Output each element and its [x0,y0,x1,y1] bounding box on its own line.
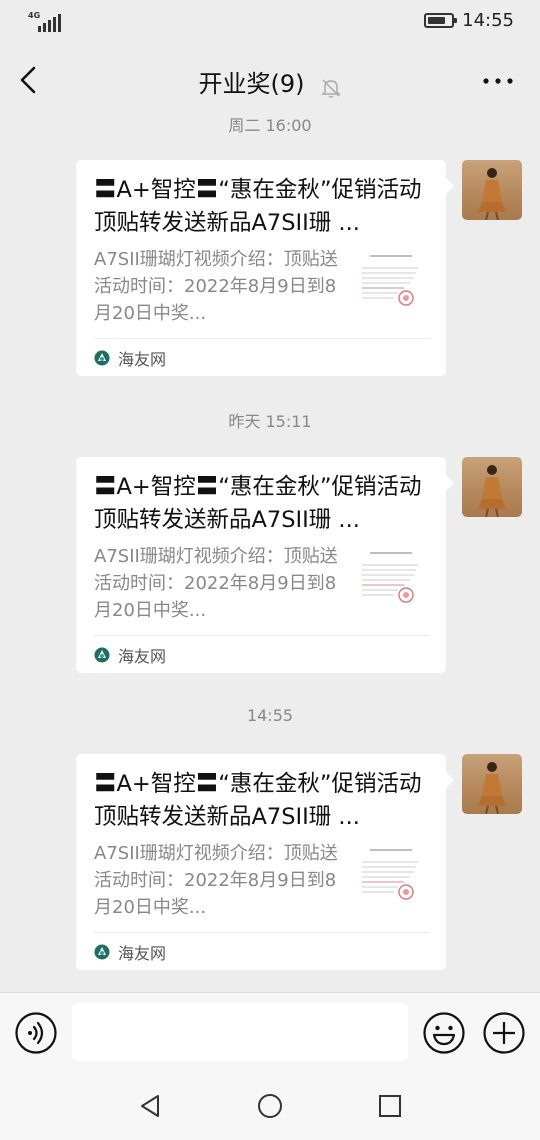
message-timestamp: 昨天 15:11 [228,412,312,431]
nav-back-icon[interactable] [136,1092,164,1120]
avatar[interactable] [462,160,522,220]
avatar-person-icon [478,465,506,517]
article-thumbnail [354,844,426,916]
avatar[interactable] [462,754,522,814]
avatar-person-icon [478,168,506,220]
status-bar: 4G 14:55 [0,0,540,44]
voice-icon[interactable] [14,1011,58,1055]
shared-link-card[interactable]: 〓A+智控〓“惠在金秋”促销活动顶贴转发送新品A7SII珊 ... A7SII珊… [76,160,454,376]
nav-recent-icon[interactable] [376,1092,404,1120]
more-dots-icon[interactable] [480,66,516,96]
source-logo-icon [94,647,110,662]
source-logo-icon [94,944,110,959]
avatar[interactable] [462,457,522,517]
article-thumbnail [354,250,426,322]
article-thumbnail [354,547,426,619]
shared-link-card[interactable]: 〓A+智控〓“惠在金秋”促销活动顶贴转发送新品A7SII珊 ... A7SII珊… [76,754,454,970]
message-timestamp: 14:55 [246,706,294,725]
card-title: 〓A+智控〓“惠在金秋”促销活动顶贴转发送新品A7SII珊 ... [94,177,422,236]
chat-header: 开业奖(9) [0,44,540,118]
emoji-icon[interactable] [422,1011,466,1055]
avatar-person-icon [478,762,506,814]
card-title: 〓A+智控〓“惠在金秋”促销活动顶贴转发送新品A7SII珊 ... [94,771,422,830]
card-source: 海友网 [118,646,167,666]
card-source: 海友网 [118,943,167,963]
message-timestamp: 周二 16:00 [228,118,312,135]
status-time: 14:55 [462,10,514,31]
input-bar [0,992,540,1072]
source-logo-icon [94,350,110,365]
card-description: A7SII珊瑚灯视频介绍：顶贴送活动时间：2022年8月9日到8月20日中奖..… [94,249,338,324]
bell-off-icon [320,78,341,98]
shared-link-card[interactable]: 〓A+智控〓“惠在金秋”促销活动顶贴转发送新品A7SII珊 ... A7SII珊… [76,457,454,673]
card-title: 〓A+智控〓“惠在金秋”促销活动顶贴转发送新品A7SII珊 ... [94,474,422,533]
system-navigation-bar [0,1072,540,1140]
plus-icon[interactable] [482,1011,526,1055]
nav-home-icon[interactable] [256,1092,284,1120]
chat-messages[interactable]: 周二 16:00 〓A+智控〓“惠在金秋”促销活动顶贴转发送新品A7SII珊 .… [0,118,540,992]
message-input[interactable] [72,1003,408,1061]
card-source: 海友网 [118,349,167,369]
card-description: A7SII珊瑚灯视频介绍：顶贴送活动时间：2022年8月9日到8月20日中奖..… [94,546,338,621]
card-description: A7SII珊瑚灯视频介绍：顶贴送活动时间：2022年8月9日到8月20日中奖..… [94,843,338,918]
battery-icon [424,13,458,28]
chat-title: 开业奖(9) [198,70,305,98]
signal-bars-icon [38,14,61,32]
